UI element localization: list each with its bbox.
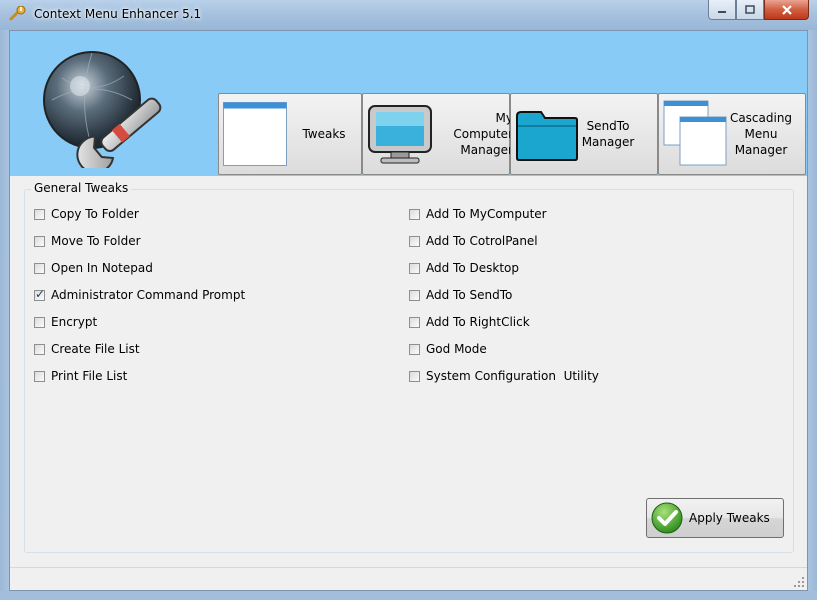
header-banner: Tweaks My Computer Manager SendTo Manage…: [10, 31, 807, 176]
tab-sendto-manager[interactable]: SendTo Manager: [510, 93, 658, 175]
green-check-icon: [651, 502, 683, 534]
option-open-in-notepad[interactable]: Open In Notepad: [34, 260, 153, 276]
option-add-to-sendto[interactable]: Add To SendTo: [409, 287, 512, 303]
resize-grip-icon[interactable]: [793, 576, 805, 588]
cascading-windows-icon: [663, 100, 727, 166]
option-label: God Mode: [426, 342, 487, 356]
option-create-file-list[interactable]: Create File List: [34, 341, 140, 357]
close-icon: [781, 4, 792, 15]
tab-tweaks-label: Tweaks: [302, 127, 346, 141]
checkbox[interactable]: [34, 343, 45, 355]
checkbox[interactable]: [34, 262, 45, 274]
option-label: Move To Folder: [51, 234, 141, 248]
option-administrator-command-prompt[interactable]: Administrator Command Prompt: [34, 287, 245, 303]
close-button[interactable]: [764, 0, 809, 20]
folder-icon: [516, 111, 578, 161]
blank-window-icon: [223, 102, 287, 166]
window-frame-right: [808, 30, 817, 600]
group-title: General Tweaks: [31, 181, 132, 195]
checkbox[interactable]: [409, 289, 420, 301]
option-god-mode[interactable]: God Mode: [409, 341, 487, 357]
option-system-configuration-utility[interactable]: System Configuration Utility: [409, 368, 599, 384]
window-frame-left: [0, 30, 9, 600]
general-tweaks-group: General Tweaks Copy To Folder Move To Fo…: [24, 181, 794, 553]
option-label: Add To CotrolPanel: [426, 234, 538, 248]
checkbox[interactable]: [409, 262, 420, 274]
checkbox[interactable]: [409, 343, 420, 355]
option-print-file-list[interactable]: Print File List: [34, 368, 127, 384]
apply-tweaks-label: Apply Tweaks: [689, 511, 770, 525]
tab-tweaks[interactable]: Tweaks: [218, 93, 362, 175]
checkbox[interactable]: [34, 208, 45, 220]
option-label: Add To Desktop: [426, 261, 519, 275]
checkbox[interactable]: [34, 370, 45, 382]
option-add-to-controlpanel[interactable]: Add To CotrolPanel: [409, 233, 538, 249]
tab-my-computer-manager[interactable]: My Computer Manager: [362, 93, 513, 175]
status-bar: [10, 567, 807, 590]
option-label: Add To RightClick: [426, 315, 530, 329]
title-bar[interactable]: Context Menu Enhancer 5.1: [0, 0, 817, 30]
checkbox[interactable]: [409, 208, 420, 220]
checkbox[interactable]: [34, 316, 45, 328]
globe-wrench-logo-icon: [43, 51, 162, 168]
checkbox[interactable]: [34, 235, 45, 247]
client-area: Tweaks My Computer Manager SendTo Manage…: [9, 30, 808, 591]
option-label: Administrator Command Prompt: [51, 288, 246, 302]
checkbox-checked[interactable]: [34, 287, 45, 301]
maximize-icon: [745, 5, 755, 14]
option-label: Open In Notepad: [51, 261, 153, 275]
option-label: Add To SendTo: [426, 288, 513, 302]
option-add-to-rightclick[interactable]: Add To RightClick: [409, 314, 530, 330]
tab-cascading-menu-manager[interactable]: Cascading Menu Manager: [658, 93, 806, 175]
option-add-to-mycomputer[interactable]: Add To MyComputer: [409, 206, 547, 222]
checkbox[interactable]: [409, 235, 420, 247]
option-label: Add To MyComputer: [426, 207, 547, 221]
maximize-button[interactable]: [736, 0, 764, 20]
window-title: Context Menu Enhancer 5.1: [34, 7, 202, 21]
wrench-icon: [9, 6, 26, 21]
apply-tweaks-button[interactable]: Apply Tweaks: [646, 498, 784, 538]
option-label: System Configuration Utility: [426, 369, 599, 383]
tab-cascading-menu-manager-label: Cascading Menu Manager: [729, 111, 793, 157]
option-label: Encrypt: [51, 315, 98, 329]
option-label: Copy To Folder: [51, 207, 139, 221]
tab-sendto-manager-label: SendTo Manager: [581, 119, 635, 149]
window-frame-bottom: [0, 591, 817, 600]
option-label: Create File List: [51, 342, 140, 356]
option-move-to-folder[interactable]: Move To Folder: [34, 233, 141, 249]
monitor-icon: [368, 105, 432, 164]
minimize-icon: [718, 10, 726, 13]
option-copy-to-folder[interactable]: Copy To Folder: [34, 206, 139, 222]
tab-my-computer-manager-label: My Computer Manager: [453, 111, 513, 157]
option-add-to-desktop[interactable]: Add To Desktop: [409, 260, 519, 276]
minimize-button[interactable]: [708, 0, 736, 20]
checkbox[interactable]: [409, 370, 420, 382]
option-encrypt[interactable]: Encrypt: [34, 314, 97, 330]
checkbox[interactable]: [409, 316, 420, 328]
option-label: Print File List: [51, 369, 128, 383]
